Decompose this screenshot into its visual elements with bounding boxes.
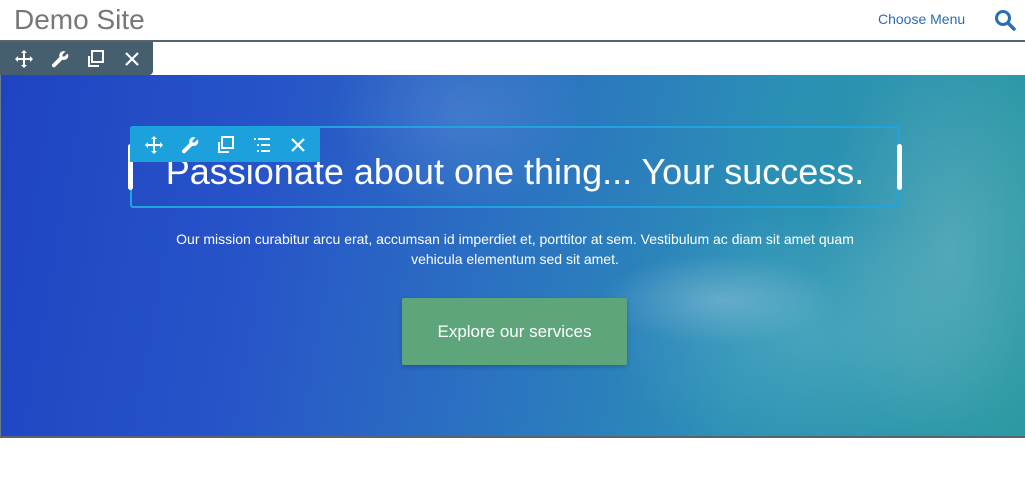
site-header: Demo Site Choose Menu <box>0 0 1025 42</box>
module-toolbar <box>130 127 320 162</box>
search-icon[interactable] <box>993 8 1017 32</box>
site-title[interactable]: Demo Site <box>14 3 145 37</box>
list-icon[interactable] <box>244 127 280 162</box>
move-icon[interactable] <box>136 127 172 162</box>
hero-bottom-border <box>0 436 1025 438</box>
duplicate-icon[interactable] <box>208 127 244 162</box>
duplicate-icon[interactable] <box>78 42 114 75</box>
explore-services-button[interactable]: Explore our services <box>402 298 627 365</box>
move-icon[interactable] <box>6 42 42 75</box>
wrench-icon[interactable] <box>172 127 208 162</box>
hero-left-border <box>0 75 1 437</box>
close-icon[interactable] <box>114 42 150 75</box>
wrench-icon[interactable] <box>42 42 78 75</box>
choose-menu-link[interactable]: Choose Menu <box>878 11 965 27</box>
close-icon[interactable] <box>280 127 316 162</box>
row-toolbar <box>0 42 153 75</box>
hero-description: Our mission curabitur arcu erat, accumsa… <box>176 231 854 267</box>
